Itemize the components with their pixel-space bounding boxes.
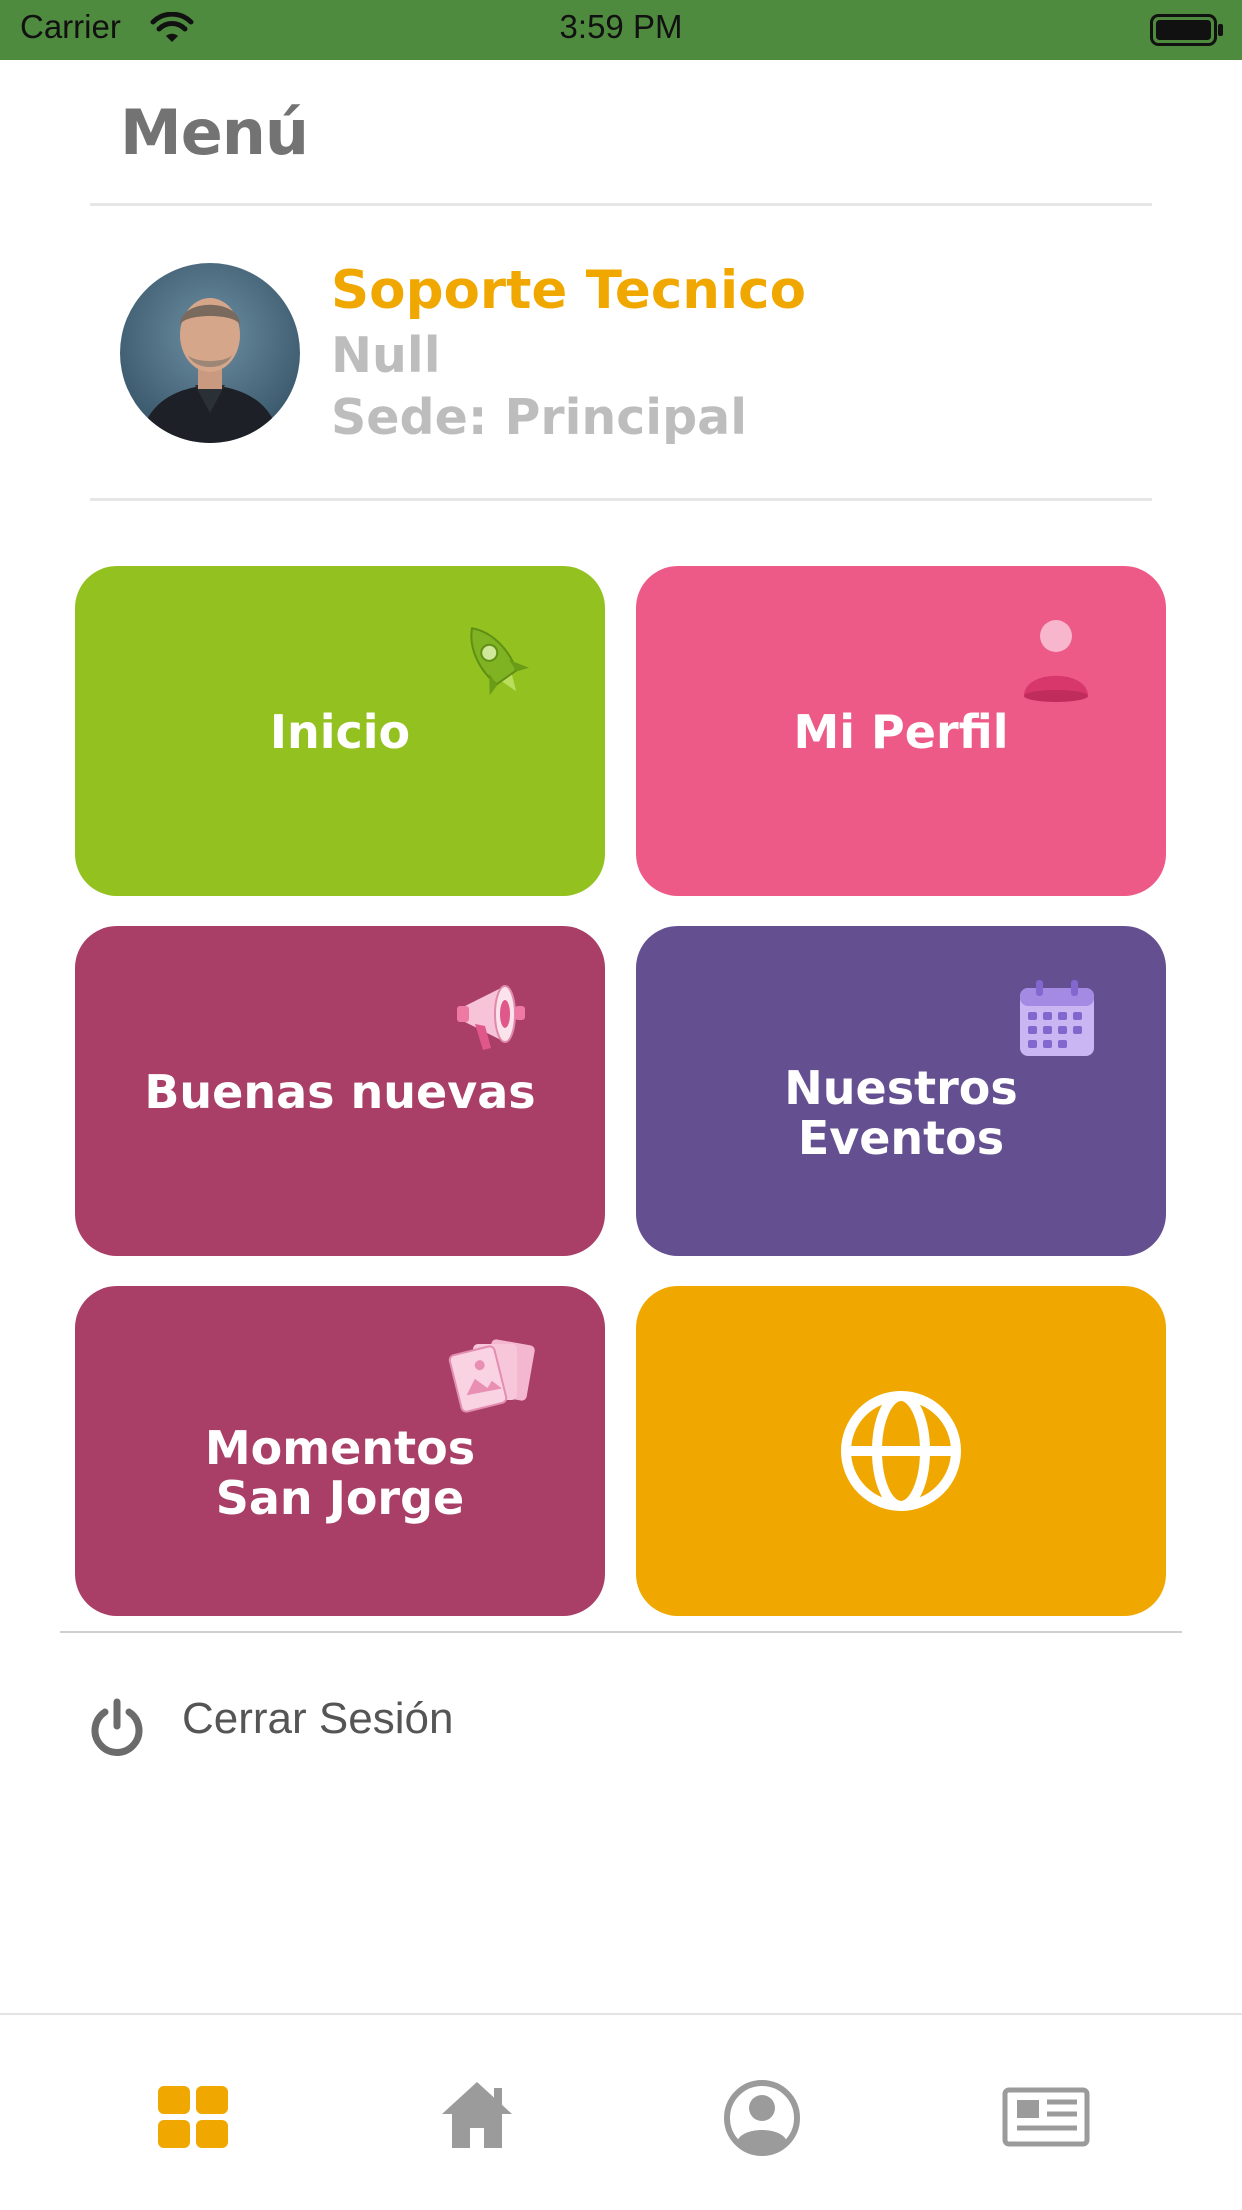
user-branch: Sede: Principal [331,389,748,446]
avatar-portrait [140,298,280,443]
tile-inicio[interactable]: Inicio [75,566,605,896]
calendar-icon [1020,980,1094,1056]
tile-momentos-label-1: Momentos [204,1421,476,1475]
tile-nuestros-eventos-label-2: Eventos [797,1111,1005,1165]
tab-menu[interactable] [148,2070,238,2160]
tile-mi-perfil[interactable]: Mi Perfil [636,566,1166,896]
newspaper-icon [1002,2087,1090,2147]
header-divider [90,203,1152,206]
tile-buenas-nuevas-label: Buenas nuevas [144,1065,536,1119]
logout-button[interactable]: Cerrar Sesión [90,1690,690,1760]
home-icon [442,2082,512,2148]
logout-label: Cerrar Sesión [182,1694,454,1743]
tile-momentos-san-jorge[interactable]: Momentos San Jorge [75,1286,605,1616]
tile-nuestros-eventos[interactable]: Nuestros Eventos [636,926,1166,1256]
profile-divider [90,498,1152,501]
tab-profile[interactable] [717,2070,807,2160]
tile-momentos-label-2: San Jorge [215,1471,465,1525]
avatar [120,263,300,443]
person-icon [1024,620,1088,702]
user-name: Soporte Tecnico [331,260,807,321]
status-bar: Carrier 3:59 PM [0,0,1242,60]
user-secondary-line: Null [331,327,441,384]
megaphone-icon [457,985,525,1050]
tab-news[interactable] [1001,2070,1091,2160]
globe-icon [841,1391,961,1511]
grid-icon [158,2086,228,2148]
user-circle-icon [724,2080,800,2156]
tile-inicio-label: Inicio [269,705,411,759]
page-title: Menú [120,96,309,169]
tile-mi-perfil-label: Mi Perfil [793,705,1009,759]
battery-icon [1150,14,1223,46]
tile-buenas-nuevas[interactable]: Buenas nuevas [75,926,605,1256]
tile-web[interactable] [636,1286,1166,1616]
clock-label: 3:59 PM [559,8,683,45]
tiles-divider [60,1631,1182,1633]
bottom-tab-bar [0,2013,1242,2210]
power-icon [91,1698,143,1756]
rocket-icon [470,627,529,696]
tile-nuestros-eventos-label-1: Nuestros [784,1061,1018,1115]
tab-home[interactable] [432,2070,522,2160]
photos-icon [448,1339,535,1413]
